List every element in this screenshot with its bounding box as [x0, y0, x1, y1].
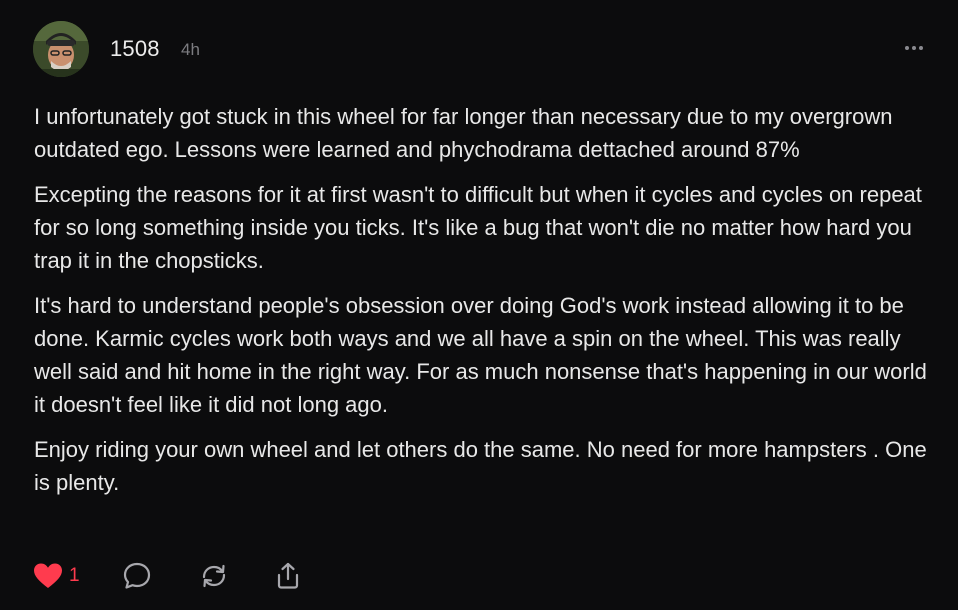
repost-icon [202, 564, 226, 588]
timestamp: 4h [181, 40, 200, 59]
reply-button[interactable] [122, 556, 152, 596]
action-bar: 1 [0, 556, 958, 596]
repost-button[interactable] [199, 556, 229, 596]
comment-paragraph: Excepting the reasons for it at first wa… [34, 182, 922, 273]
share-icon [277, 562, 299, 589]
comment-bubble-icon [123, 562, 151, 589]
comment: 1508 4h I unfortunately got stuck in thi… [0, 0, 958, 610]
share-button[interactable] [273, 556, 303, 596]
like-button[interactable]: 1 [33, 556, 80, 596]
comment-paragraph: Enjoy riding your own wheel and let othe… [34, 437, 927, 495]
more-horizontal-icon [905, 46, 923, 50]
more-options-button[interactable] [899, 40, 929, 56]
author-name[interactable]: 1508 [110, 36, 160, 62]
like-count: 1 [69, 565, 80, 586]
comment-paragraph: It's hard to understand people's obsessi… [34, 293, 927, 417]
heart-icon [34, 563, 62, 588]
comment-body: I unfortunately got stuck in this wheel … [34, 100, 939, 511]
comment-paragraph: I unfortunately got stuck in this wheel … [34, 104, 893, 162]
avatar-image [33, 21, 89, 77]
avatar[interactable] [33, 21, 89, 77]
